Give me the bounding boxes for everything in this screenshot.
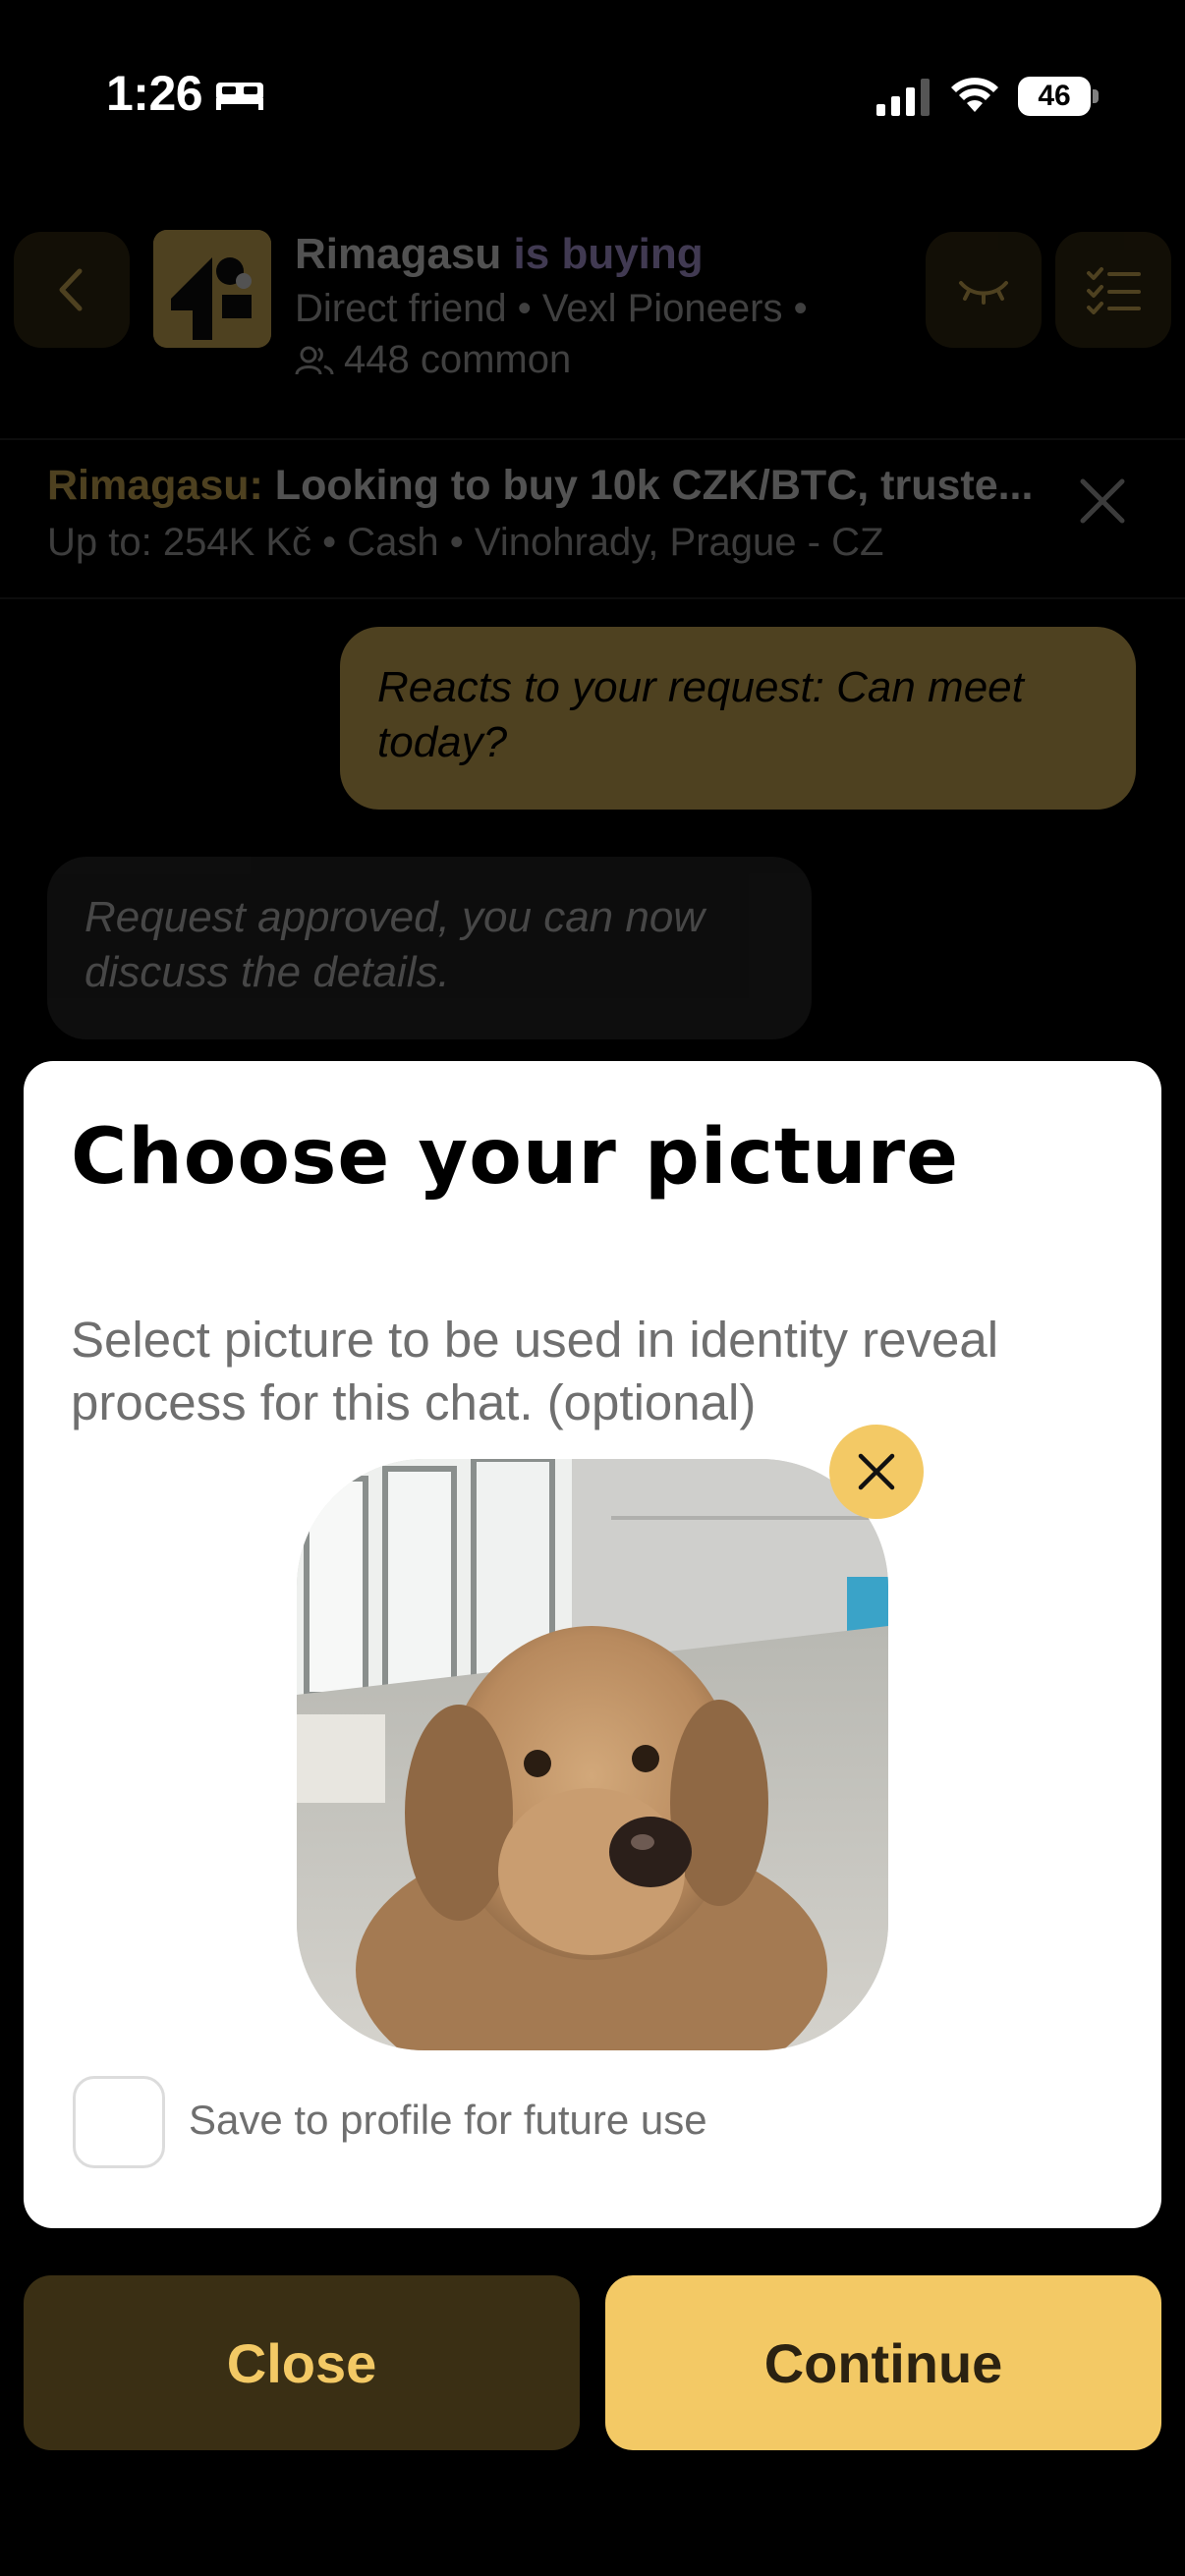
hide-eye-icon (959, 281, 1008, 305)
contact-name: Rimagasu (295, 230, 502, 278)
close-icon[interactable] (1073, 472, 1132, 531)
continue-button[interactable]: Continue (605, 2275, 1161, 2450)
people-icon (295, 346, 334, 374)
dog-photo (297, 1459, 888, 2050)
selected-picture[interactable] (297, 1459, 888, 2050)
checklist-button[interactable] (1055, 232, 1171, 348)
save-to-profile-label[interactable]: Save to profile for future use (189, 2097, 707, 2144)
choose-picture-modal: Choose your picture Select picture to be… (24, 1061, 1161, 2228)
group-text: Vexl Pioneers (541, 287, 783, 330)
checklist-icon (1087, 267, 1141, 314)
relation-text: Direct friend (295, 287, 507, 330)
divider (0, 438, 1185, 440)
divider (0, 597, 1185, 599)
modal-title: Choose your picture (71, 1113, 960, 1202)
common-friends: 448 common (295, 338, 571, 382)
message-bubble-system: Request approved, you can now discuss th… (47, 857, 812, 1039)
contact-action: is buying (513, 230, 704, 278)
offer-summary[interactable]: Rimagasu: Looking to buy 10k CZK/BTC, tr… (47, 462, 1069, 510)
save-to-profile-checkbox[interactable] (73, 2076, 165, 2168)
battery-level: 46 (1018, 77, 1091, 116)
separator: • (517, 287, 532, 330)
hide-identity-button[interactable] (926, 232, 1042, 348)
modal-description: Select picture to be used in identity re… (71, 1312, 999, 1430)
offer-details: Up to: 254K Kč • Cash • Vinohrady, Pragu… (47, 521, 884, 564)
close-button[interactable]: Close (24, 2275, 580, 2450)
status-bar: 1:26 46 (0, 0, 1185, 196)
contact-relation: Direct friend • Vexl Pioneers • (295, 287, 808, 331)
remove-picture-button[interactable] (829, 1425, 924, 1519)
message-bubble-outgoing: Reacts to your request: Can meet today? (340, 627, 1136, 810)
avatar (153, 230, 271, 348)
chat-header: Rimagasu is buying Direct friend • Vexl … (0, 196, 1185, 438)
offer-author: Rimagasu: (47, 462, 263, 509)
wifi-icon (951, 78, 998, 112)
battery-icon: 46 (1018, 77, 1099, 116)
status-time: 1:26 (106, 66, 203, 121)
close-icon (858, 1453, 895, 1490)
bed-icon (216, 83, 263, 110)
separator: • (793, 287, 808, 330)
contact-title: Rimagasu is buying (295, 230, 704, 279)
back-chevron-icon (59, 268, 83, 311)
cellular-signal-icon (876, 79, 930, 116)
common-count: 448 common (344, 338, 572, 381)
offer-text: Looking to buy 10k CZK/BTC, truste... (274, 462, 1034, 509)
back-button[interactable] (14, 232, 130, 348)
